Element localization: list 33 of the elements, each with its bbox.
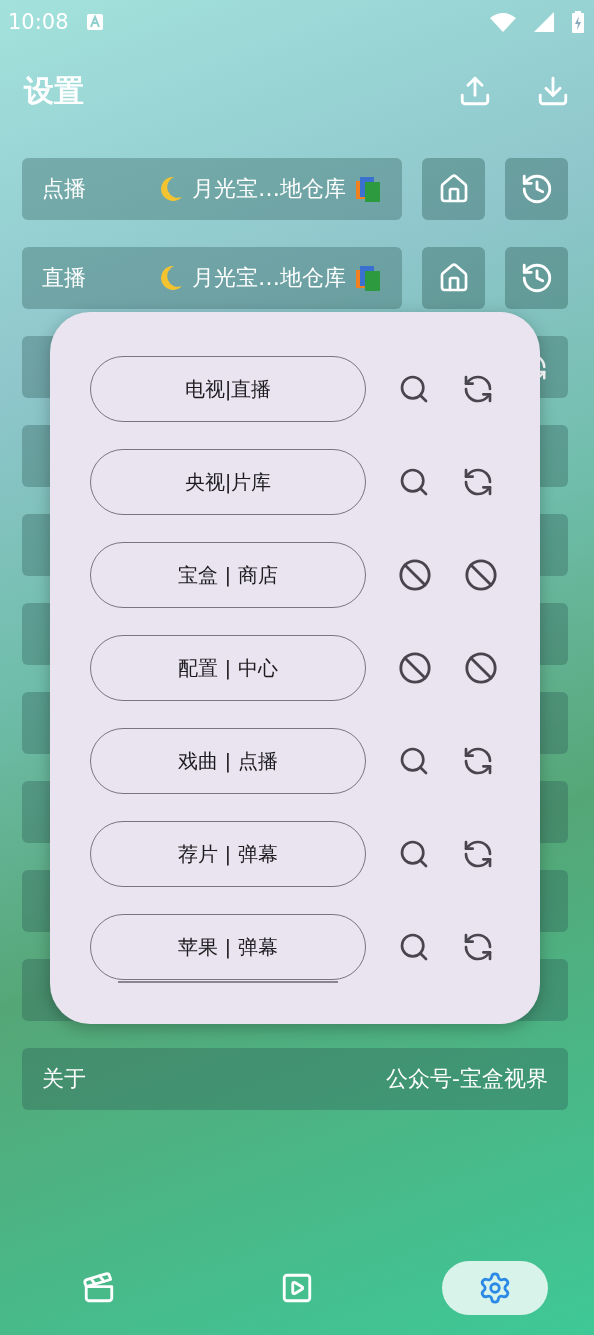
search-icon[interactable]: [398, 373, 430, 405]
refresh-icon[interactable]: [462, 466, 494, 498]
wifi-icon: [490, 12, 516, 32]
refresh-icon[interactable]: [462, 931, 494, 963]
clapperboard-icon: [82, 1271, 116, 1305]
play-icon: [280, 1271, 314, 1305]
search-icon[interactable]: [398, 931, 430, 963]
battery-icon: [572, 11, 584, 33]
home-button[interactable]: [422, 247, 485, 309]
signal-icon: [534, 12, 554, 32]
refresh-icon[interactable]: [462, 838, 494, 870]
status-time: 10:08: [8, 10, 69, 34]
history-button[interactable]: [505, 247, 568, 309]
settings-icon: [478, 1271, 512, 1305]
search-icon[interactable]: [398, 466, 430, 498]
nav-tab[interactable]: [442, 1261, 548, 1315]
search-icon[interactable]: [398, 838, 430, 870]
refresh-icon[interactable]: [462, 373, 494, 405]
block-icon[interactable]: [464, 558, 498, 592]
history-button[interactable]: [505, 158, 568, 220]
home-button[interactable]: [422, 158, 485, 220]
books-icon: [354, 264, 382, 292]
page-title: 设置: [24, 71, 85, 110]
search-icon[interactable]: [398, 745, 430, 777]
books-icon: [354, 175, 382, 203]
refresh-icon[interactable]: [462, 745, 494, 777]
block-icon[interactable]: [398, 651, 432, 685]
block-icon[interactable]: [398, 558, 432, 592]
moon-icon: [158, 264, 184, 292]
moon-icon: [158, 175, 184, 203]
block-icon[interactable]: [464, 651, 498, 685]
settings-row[interactable]: 关于 公众号-宝盒视界: [22, 1048, 568, 1110]
keyboard-notification-icon: [86, 14, 103, 30]
